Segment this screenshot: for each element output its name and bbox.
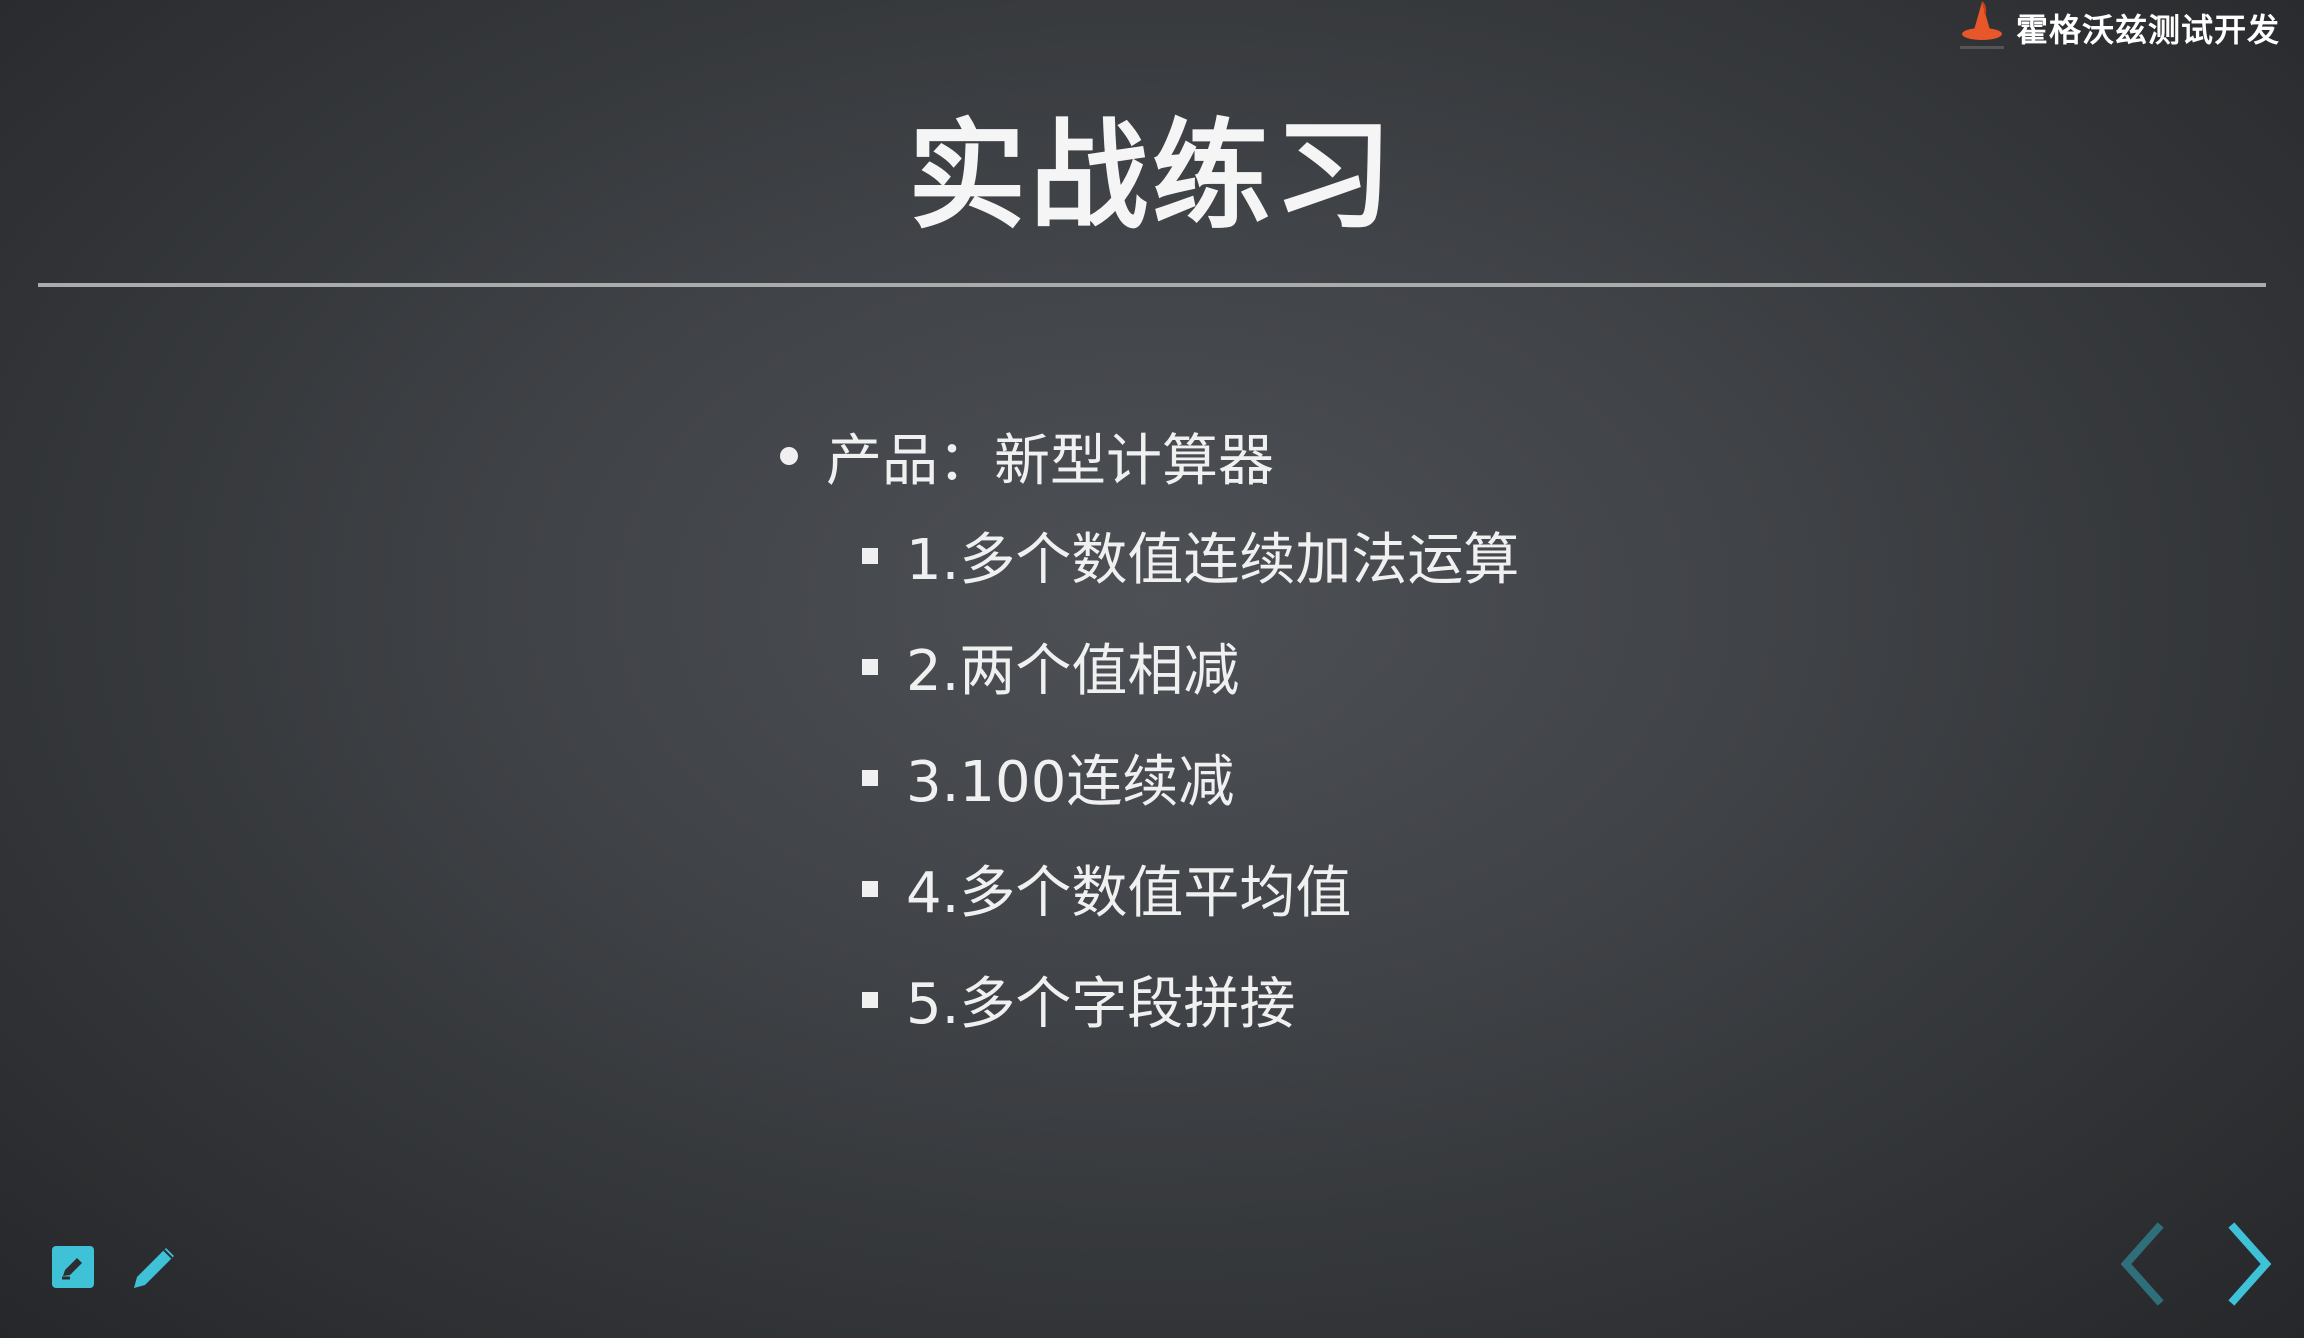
slide-title: 实战练习 xyxy=(907,107,1396,245)
slide-content: 产品：新型计算器 1.多个数值连续加法运算 2.两个值相减 3.100连续减 4… xyxy=(780,412,1980,1055)
title-divider xyxy=(38,283,2266,287)
subitem-text: 5.多个字段拼接 xyxy=(906,972,1296,1037)
pencil-icon[interactable] xyxy=(128,1240,182,1294)
bullet-item: 产品：新型计算器 xyxy=(780,412,1980,500)
subitem-4: 4.多个数值平均值 xyxy=(862,833,1980,944)
bullet-square xyxy=(862,991,878,1008)
subitem-text: 1.多个数值连续加法运算 xyxy=(906,528,1520,593)
bullet-text: 产品：新型计算器 xyxy=(826,428,1274,494)
wizard-hat-icon xyxy=(1952,0,2008,56)
chevron-left-icon xyxy=(2120,1222,2164,1306)
bullet-square xyxy=(862,547,878,564)
subitem-3: 3.100连续减 xyxy=(862,722,1980,833)
bullet-dot xyxy=(780,447,798,465)
edit-note-icon[interactable] xyxy=(50,1240,104,1294)
prev-slide-button[interactable] xyxy=(2108,1220,2178,1308)
next-slide-button[interactable] xyxy=(2214,1220,2284,1308)
subitem-2: 2.两个值相减 xyxy=(862,611,1980,722)
brand-name: 霍格沃兹测试开发 xyxy=(2015,11,2280,49)
subitem-text: 4.多个数值平均值 xyxy=(906,861,1352,926)
bullet-square xyxy=(862,658,878,675)
brand-logo: 霍格沃兹测试开发 xyxy=(1952,0,2280,56)
subitem-text: 2.两个值相减 xyxy=(906,639,1240,704)
subitem-text: 3.100连续减 xyxy=(906,750,1235,815)
bullet-square xyxy=(862,880,878,897)
bullet-square xyxy=(862,769,878,786)
subitem-1: 1.多个数值连续加法运算 xyxy=(862,500,1980,611)
subitem-5: 5.多个字段拼接 xyxy=(862,944,1980,1055)
chevron-right-icon xyxy=(2228,1222,2272,1306)
